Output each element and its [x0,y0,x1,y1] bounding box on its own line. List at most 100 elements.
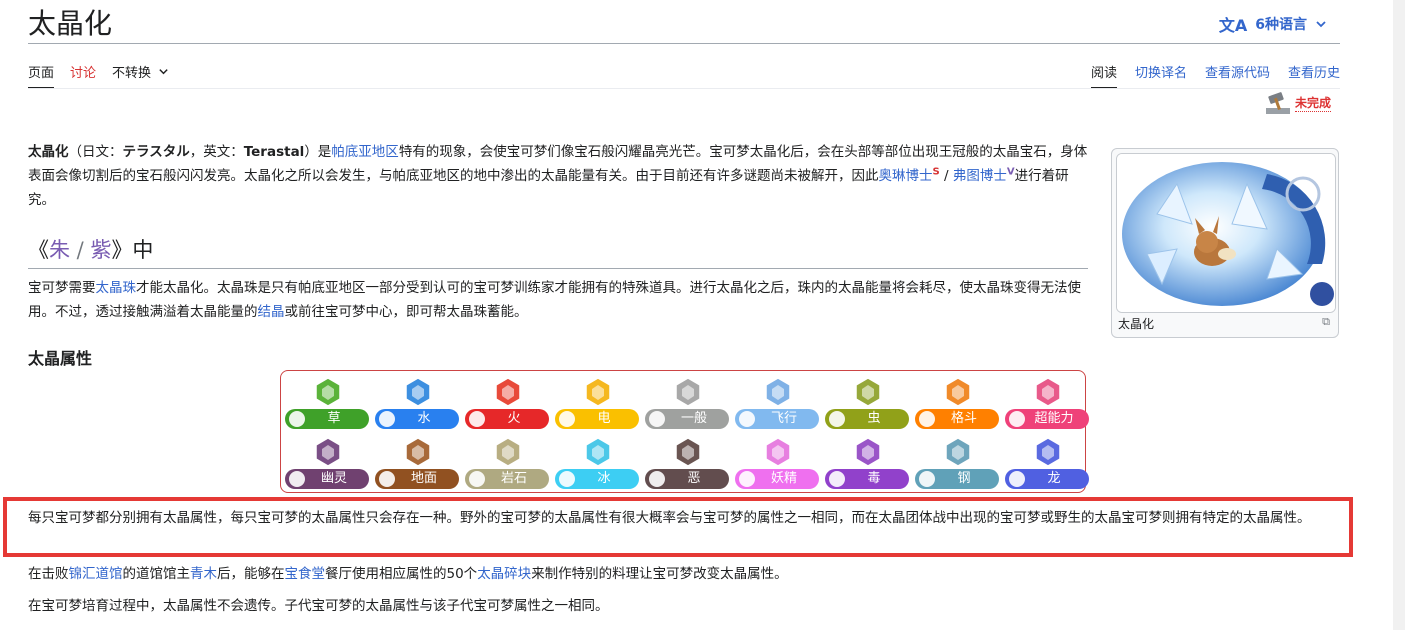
link-tera-orb[interactable]: 太晶珠 [96,280,137,296]
intro-paragraph: 太晶化（日文：テラスタル，英文：Terastal）是帕底亚地区特有的现象，会使宝… [28,140,1090,212]
tera-type-pill: 虫 [825,409,909,429]
link-tera-shard[interactable]: 太晶碎块 [477,566,531,582]
tab-switch-names[interactable]: 切换译名 [1135,62,1187,89]
tera-type-item[interactable]: 地面 [375,435,461,489]
tera-type-pill: 妖精 [735,469,819,489]
tera-type-label: 地面 [410,471,437,486]
tab-view-source[interactable]: 查看源代码 [1205,62,1270,89]
language-selector[interactable]: 文A 6种语言 [1219,12,1327,36]
tera-jewel-icon [315,377,341,407]
tera-jewel-icon [855,377,881,407]
term-bold: 太晶化 [28,144,69,160]
type-symbol-icon [649,471,665,487]
tera-type-item[interactable]: 火 [465,375,551,429]
view-tabs: 阅读 切换译名 查看源代码 查看历史 [1090,62,1340,89]
tera-type-item[interactable]: 龙 [1005,435,1091,489]
type-symbol-icon [919,471,935,487]
tera-type-pill: 毒 [825,469,909,489]
para-text: 才能太晶化。太晶珠是只有帕底亚地区一部分受到认可的宝可梦训练家才能拥有的特殊道具… [28,280,1081,320]
intro-text: ）是 [304,144,332,160]
page-title: 太晶化 [28,7,113,40]
tera-type-label: 冰 [597,471,611,486]
infobox-image[interactable] [1116,153,1336,313]
tera-type-item[interactable]: 超能力 [1005,375,1091,429]
tera-jewel-icon [585,437,611,467]
chevron-down-icon [1316,21,1326,28]
link-gym-leader[interactable]: 青木 [190,566,217,582]
tera-type-pill: 火 [465,409,549,429]
tera-type-label: 格斗 [950,411,977,426]
tera-type-item[interactable]: 格斗 [915,375,1001,429]
tera-type-pill: 冰 [555,469,639,489]
intro-text: （日文： [68,144,123,160]
separator: / [939,168,953,184]
scrollbar[interactable] [1393,0,1405,630]
tera-type-label: 草 [327,411,341,426]
hammer-icon [1265,92,1290,114]
tab-variant[interactable]: 不转换 [112,62,169,89]
tab-view-history[interactable]: 查看历史 [1288,62,1340,89]
tera-type-item[interactable]: 虫 [825,375,911,429]
tera-type-pill: 格斗 [915,409,999,429]
tera-type-label: 妖精 [770,471,797,486]
tera-type-item[interactable]: 岩石 [465,435,551,489]
title-divider [28,43,1340,44]
tera-type-item[interactable]: 一般 [645,375,731,429]
tera-type-item[interactable]: 电 [555,375,641,429]
tera-type-pill: 地面 [375,469,459,489]
tab-discussion[interactable]: 讨论 [70,62,96,89]
tab-read[interactable]: 阅读 [1090,62,1117,89]
language-count: 6种语言 [1255,17,1307,33]
tera-type-label: 水 [417,411,431,426]
tera-type-item[interactable]: 毒 [825,435,911,489]
tab-page[interactable]: 页面 [28,62,55,89]
tera-types-grid: 草 水 火 电 一般 飞行 虫 格斗 超能力幽灵 地面 岩石 冰 恶 妖精 毒 钢 龙 [280,370,1089,493]
type-symbol-icon [919,411,935,427]
tera-jewel-icon [405,377,431,407]
tera-type-label: 龙 [1047,471,1061,486]
tera-type-item[interactable]: 冰 [555,435,641,489]
tera-jewel-icon [765,377,791,407]
tera-type-pill: 钢 [915,469,999,489]
tera-type-item[interactable]: 幽灵 [285,435,371,489]
tera-type-label: 火 [507,411,521,426]
heading-text: 》中 [111,238,154,262]
link-professor-sada[interactable]: 奥琳博士 [879,168,933,184]
tera-type-label: 幽灵 [320,471,347,486]
tera-type-label: 岩石 [500,471,527,486]
link-professor-turo[interactable]: 弗图博士 [953,168,1007,184]
tera-jewel-icon [945,437,971,467]
tera-type-item[interactable]: 水 [375,375,461,429]
tera-jewel-icon [585,377,611,407]
infobox: 太晶化 ⧉ [1111,148,1339,338]
tera-type-item[interactable]: 钢 [915,435,1001,489]
type-symbol-icon [559,471,575,487]
tera-type-pill: 恶 [645,469,729,489]
enlarge-icon[interactable]: ⧉ [1322,315,1330,329]
type-symbol-icon [649,411,665,427]
tera-type-item[interactable]: 草 [285,375,371,429]
link-restaurant[interactable]: 宝食堂 [285,566,326,582]
link-violet[interactable]: 紫 [90,238,111,262]
incomplete-badge[interactable]: 未完成 [1263,88,1331,118]
type-symbol-icon [1009,471,1025,487]
scarlet-marker: S [932,166,940,178]
link-crystal[interactable]: 结晶 [258,304,285,320]
tera-type-item[interactable]: 妖精 [735,435,821,489]
type-symbol-icon [559,411,575,427]
jp-name: テラスタル [122,144,190,160]
link-scarlet[interactable]: 朱 [49,238,70,262]
tera-type-item[interactable]: 飞行 [735,375,821,429]
tera-type-label: 虫 [867,411,881,426]
link-gym[interactable]: 锦汇道馆 [69,566,123,582]
para-text: 宝可梦需要 [28,280,96,296]
tera-jewel-icon [945,377,971,407]
tera-type-pill: 龙 [1005,469,1089,489]
para-text: 或前往宝可梦中心，即可帮太晶珠蓄能。 [284,304,528,320]
heading-text: 《 [28,238,49,262]
para-text: 在击败 [28,566,69,582]
link-paldea[interactable]: 帕底亚地区 [331,144,399,160]
translate-icon: 文A [1218,16,1248,35]
incomplete-label: 未完成 [1294,96,1331,112]
tera-type-item[interactable]: 恶 [645,435,731,489]
